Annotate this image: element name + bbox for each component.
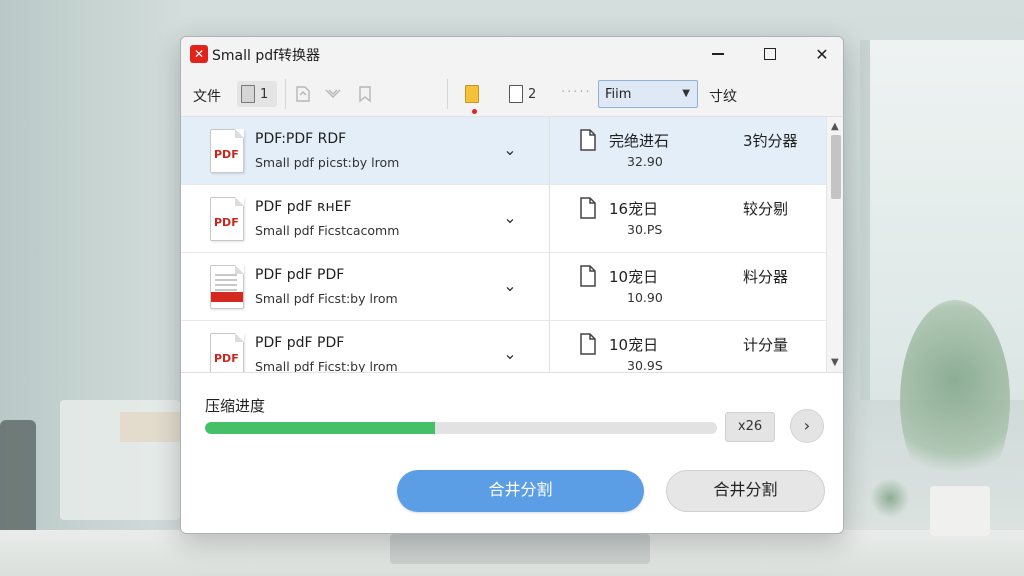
page-one-count: 1 — [260, 86, 269, 102]
file-menu[interactable]: 文件 — [193, 86, 221, 106]
file-name: PDF pdF PDF — [255, 267, 345, 283]
bg-laptop — [390, 534, 650, 564]
file-source: Small pdf Ficst:by lrom — [255, 359, 398, 373]
file-name: PDF:PDF RDF — [255, 131, 347, 147]
file-status: 10宠日 — [609, 268, 659, 286]
bg-box — [120, 412, 180, 442]
toolbar-divider — [285, 79, 286, 109]
file-row[interactable]: PDF PDF pdF ʀʜEF Small pdf Ficstcacomm ⌄… — [181, 185, 826, 253]
pdf-doc-icon: PDF — [210, 333, 244, 372]
file-size: 10.90 — [627, 290, 663, 305]
app-logo-icon: ✕ — [190, 45, 208, 63]
close-button[interactable]: ✕ — [799, 37, 843, 71]
merge-split-secondary-button[interactable]: 合井分割 — [666, 470, 825, 512]
minimize-icon — [712, 53, 724, 55]
column-divider — [549, 321, 550, 372]
active-document-button[interactable] — [465, 81, 479, 107]
next-button[interactable]: › — [790, 409, 824, 443]
file-list: PDF PDF:PDF RDF Small pdf picst:by lrom … — [181, 117, 843, 373]
format-select-value: Fiim — [605, 87, 632, 102]
file-row[interactable]: PDF pdF PDF Small pdf Ficst:by lrom ⌄ 10… — [181, 253, 826, 321]
file-action[interactable]: 较分剔 — [743, 198, 788, 219]
file-source: Small pdf picst:by lrom — [255, 155, 400, 170]
page-two-count: 2 — [528, 86, 537, 102]
row-expand-chevron-icon[interactable]: ⌄ — [499, 275, 521, 297]
file-size: 32.90 — [627, 154, 663, 169]
document-icon — [241, 85, 255, 103]
status-document-icon — [579, 333, 597, 359]
file-size: 30.PS — [627, 222, 663, 237]
toolbar: 文件 1 2 ····· Fiim ▼ 寸纹 — [181, 71, 843, 117]
column-divider — [549, 185, 550, 253]
chevron-down-icon: ▼ — [682, 88, 690, 99]
file-source: Small pdf Ficstcacomm — [255, 223, 400, 238]
merge-split-button[interactable]: 合井分割 — [397, 470, 644, 512]
file-name: PDF pdF PDF — [255, 335, 345, 351]
format-select[interactable]: Fiim ▼ — [598, 80, 698, 108]
window-title: Small pdf转换器 — [212, 48, 321, 64]
file-source: Small pdf Ficst:by lrom — [255, 291, 398, 306]
title-bar[interactable]: ✕ Small pdf转换器 ✕ — [181, 37, 843, 71]
file-action[interactable]: 3钓分器 — [743, 130, 798, 151]
file-name: PDF pdF ʀʜEF — [255, 199, 352, 215]
rotate-icon[interactable] — [293, 84, 313, 108]
column-divider — [549, 253, 550, 321]
scroll-up-icon[interactable]: ▲ — [831, 121, 839, 132]
list-scrollbar[interactable]: ▲ ▼ — [826, 117, 843, 372]
page-two-button[interactable]: 2 — [509, 81, 536, 107]
status-document-icon — [579, 265, 597, 291]
pdf-red-doc-icon — [210, 265, 244, 309]
active-indicator-dot — [472, 109, 477, 114]
progress-bar — [205, 422, 717, 434]
file-row[interactable]: PDF PDF pdF PDF Small pdf Ficst:by lrom … — [181, 321, 826, 373]
file-action[interactable]: 计分量 — [743, 334, 788, 355]
scroll-down-icon[interactable]: ▼ — [831, 357, 839, 368]
page-one-button[interactable]: 1 — [237, 81, 277, 107]
row-expand-chevron-icon[interactable]: ⌄ — [499, 139, 521, 161]
maximize-icon — [764, 48, 776, 60]
status-document-icon — [579, 129, 597, 155]
bg-pot — [930, 486, 990, 536]
scroll-thumb[interactable] — [831, 135, 841, 199]
app-window: ✕ Small pdf转换器 ✕ 文件 1 2 ····· Fiim ▼ 寸纹 … — [180, 36, 844, 534]
bookmark-icon[interactable] — [355, 84, 375, 108]
progress-bar-fill — [205, 422, 436, 434]
file-status: 完绝进石 — [609, 132, 670, 150]
yellow-document-icon — [465, 85, 479, 103]
maximize-button[interactable] — [747, 37, 793, 71]
bg-plant-small — [870, 478, 910, 518]
close-icon: ✕ — [815, 44, 829, 64]
file-status: 10宠日 — [609, 336, 659, 354]
sign-icon[interactable] — [323, 84, 343, 108]
file-size: 30.9S — [627, 358, 663, 373]
file-status: 16宠日 — [609, 200, 659, 218]
row-expand-chevron-icon[interactable]: ⌄ — [499, 343, 521, 365]
progress-count: ⅹ26 — [725, 412, 775, 442]
file-action[interactable]: 料分器 — [743, 266, 788, 287]
document-outline-icon — [509, 85, 523, 103]
sort-label[interactable]: 寸纹 — [709, 86, 737, 106]
file-row[interactable]: PDF PDF:PDF RDF Small pdf picst:by lrom … — [181, 117, 826, 185]
progress-label: 压缩进度 — [205, 397, 266, 415]
row-expand-chevron-icon[interactable]: ⌄ — [499, 207, 521, 229]
column-divider — [549, 117, 550, 185]
toolbar-divider — [447, 79, 448, 109]
pdf-doc-icon: PDF — [210, 197, 244, 241]
bg-plant — [900, 300, 1010, 500]
pdf-doc-icon: PDF — [210, 129, 244, 173]
more-dots: ····· — [561, 85, 592, 100]
status-document-icon — [579, 197, 597, 223]
minimize-button[interactable] — [695, 37, 741, 71]
